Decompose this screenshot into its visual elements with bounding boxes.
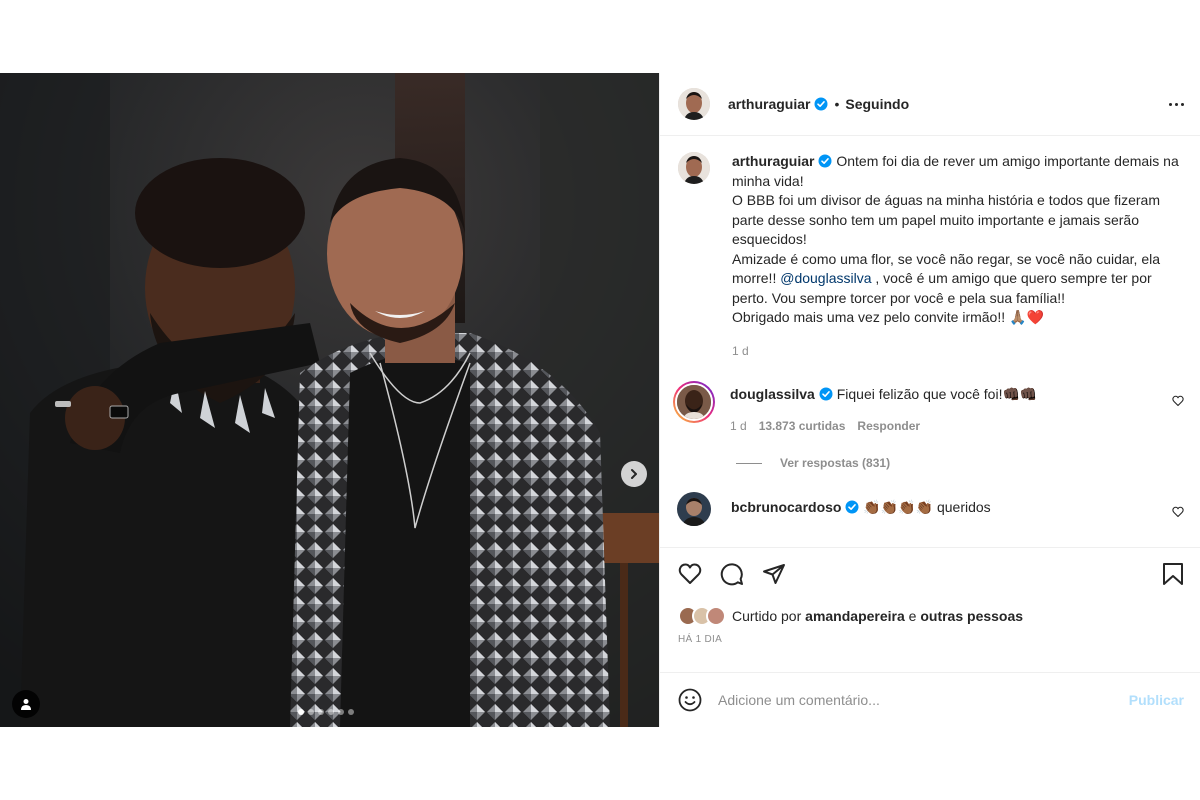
bookmark-icon[interactable] <box>1162 562 1184 586</box>
caption: arthuraguiar Ontem foi dia de rever um a… <box>678 152 1184 361</box>
reply-button[interactable]: Responder <box>857 417 920 437</box>
verified-badge-icon <box>819 387 833 401</box>
caption-author[interactable]: arthuraguiar <box>732 153 814 169</box>
emoji-icon[interactable] <box>678 688 702 712</box>
carousel-dot <box>298 709 304 715</box>
comment-author[interactable]: douglassilva <box>730 386 815 402</box>
avatar-image <box>678 88 710 120</box>
carousel-dot <box>308 709 314 715</box>
carousel-dot <box>328 709 334 715</box>
likes-user[interactable]: amandapereira <box>805 608 905 624</box>
add-comment-bar: Publicar <box>660 672 1200 727</box>
comment-likes[interactable]: 13.873 curtidas <box>759 417 846 437</box>
comment-icon[interactable] <box>720 562 744 586</box>
view-replies-label: Ver respostas (831) <box>780 456 891 470</box>
comment-item: bcbrunocardoso 👏🏾👏🏾👏🏾👏🏾 queridos <box>677 492 1184 526</box>
post-sidebar: arthuraguiar • Seguindo arthuraguiar Ont… <box>659 73 1200 727</box>
comment-meta: 1 d 13.873 curtidas Responder <box>730 417 1162 437</box>
verified-badge-icon <box>818 154 832 168</box>
comment-input[interactable] <box>718 692 1129 708</box>
following-button[interactable]: Seguindo <box>845 96 909 112</box>
comment-author[interactable]: bcbrunocardoso <box>731 499 841 515</box>
caption-text-part1: Ontem foi dia de rever um amigo importan… <box>732 153 1179 286</box>
carousel-dot <box>318 709 324 715</box>
verified-badge-icon <box>814 97 828 111</box>
like-comment-heart-icon[interactable] <box>1172 506 1184 518</box>
heart-icon[interactable] <box>678 562 702 586</box>
author-username[interactable]: arthuraguiar <box>728 96 810 112</box>
instagram-post: arthuraguiar • Seguindo arthuraguiar Ont… <box>0 73 1200 727</box>
view-replies-button[interactable]: Ver respostas (831) <box>736 456 1184 470</box>
verified-badge-icon <box>845 500 859 514</box>
separator-dot: • <box>834 96 840 112</box>
action-icons <box>678 562 1184 586</box>
caption-text: arthuraguiar Ontem foi dia de rever um a… <box>732 152 1184 328</box>
likes-others[interactable]: outras pessoas <box>920 608 1023 624</box>
caption-time[interactable]: 1 d <box>732 342 749 362</box>
post-time-ago[interactable]: HÁ 1 DIA <box>678 634 1184 645</box>
chevron-right-icon <box>631 469 637 479</box>
carousel-dot <box>338 709 344 715</box>
photo-two-men-smiling <box>0 73 659 727</box>
post-header: arthuraguiar • Seguindo <box>660 73 1200 136</box>
comment-time[interactable]: 1 d <box>730 417 747 437</box>
post-actions: Curtido por amandapereira e outras pesso… <box>660 547 1200 672</box>
comment-item: douglassilva Fiquei felizão que você foi… <box>673 381 1184 437</box>
caption-meta: 1 d <box>732 342 1184 362</box>
comment-text: 👏🏾👏🏾👏🏾👏🏾 queridos <box>863 499 991 515</box>
story-ring[interactable] <box>673 381 715 423</box>
likes-conjunction: e <box>908 608 917 624</box>
post-photo[interactable] <box>0 73 659 727</box>
carousel-dot <box>348 709 354 715</box>
user-tag-icon <box>21 699 31 710</box>
next-photo-button[interactable] <box>621 461 647 487</box>
comments-list: arthuraguiar Ontem foi dia de rever um a… <box>660 136 1200 547</box>
commenter-avatar <box>675 383 713 421</box>
share-icon[interactable] <box>762 562 786 586</box>
likes-prefix: Curtido por <box>732 608 802 624</box>
carousel-indicator <box>298 709 354 715</box>
mention-link[interactable]: @douglassilva <box>780 270 871 286</box>
replies-divider <box>736 462 762 464</box>
caption-author-avatar[interactable] <box>678 152 710 184</box>
tagged-users-button[interactable] <box>12 690 40 718</box>
comment-text: Fiquei felizão que você foi!👊🏿👊🏿 <box>836 386 1038 402</box>
like-comment-heart-icon[interactable] <box>1172 395 1184 407</box>
liker-avatars <box>678 606 726 626</box>
publish-button[interactable]: Publicar <box>1129 692 1184 708</box>
more-options-icon[interactable] <box>1169 102 1184 106</box>
author-avatar[interactable] <box>678 88 710 120</box>
likes-summary: Curtido por amandapereira e outras pesso… <box>678 606 1184 626</box>
commenter-avatar[interactable] <box>677 492 711 526</box>
